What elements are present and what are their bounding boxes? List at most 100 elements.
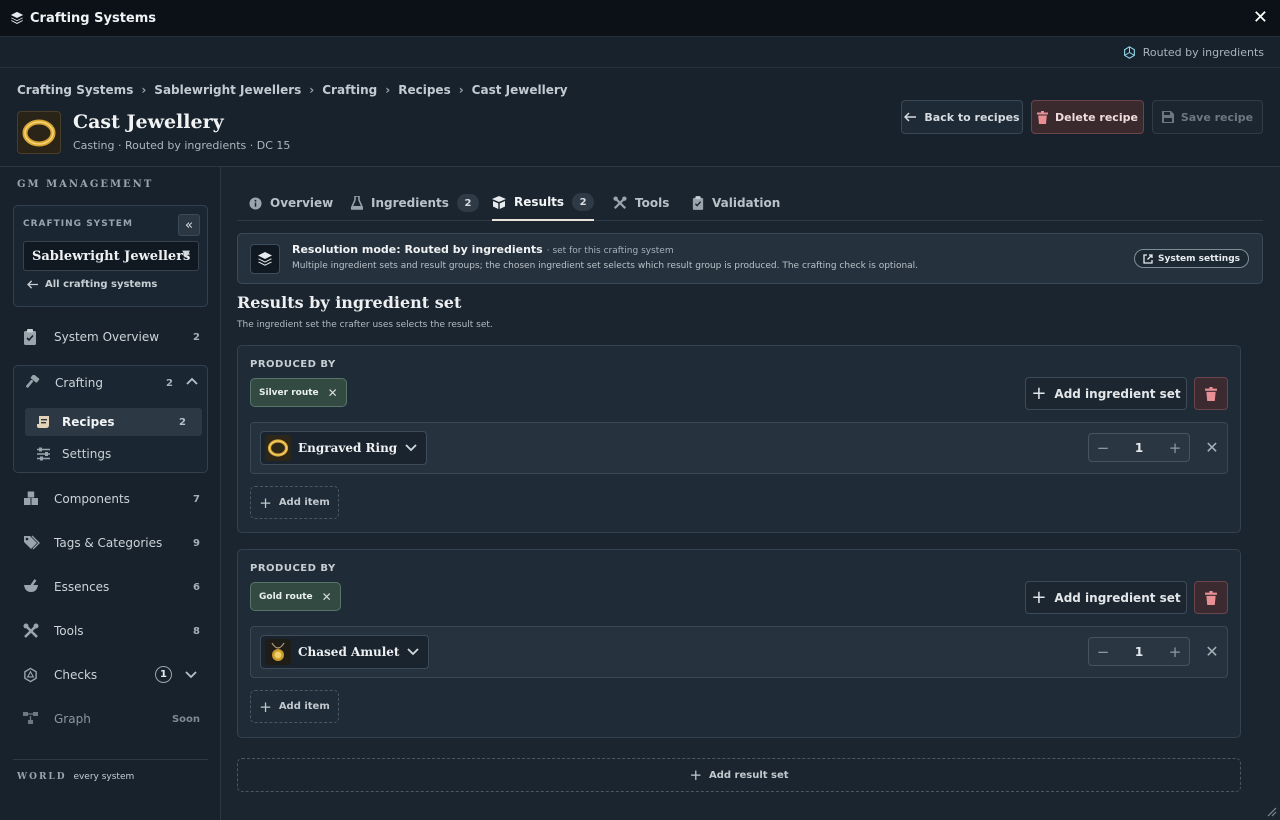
remove-item-icon[interactable]: ✕ xyxy=(1202,641,1222,661)
plus-icon: + xyxy=(689,766,703,784)
layers-icon xyxy=(10,11,24,25)
all-crafting-systems-link[interactable]: All crafting systems xyxy=(27,279,157,290)
delete-result-group-button[interactable] xyxy=(1194,377,1228,410)
trash-icon xyxy=(1205,386,1217,401)
selected-system-value: Sablewright Jewellers xyxy=(32,248,191,264)
increment-button[interactable]: + xyxy=(1161,643,1189,661)
plus-icon: + xyxy=(259,697,272,716)
quantity-value[interactable]: 1 xyxy=(1117,441,1161,455)
sidebar-item-recipes[interactable]: Recipes 2 xyxy=(25,408,202,436)
tab-count-badge: 2 xyxy=(572,193,595,211)
sidebar-divider xyxy=(13,759,208,760)
crafting-system-select[interactable]: Sablewright Jewellers ▼ xyxy=(23,241,199,271)
arrow-left-icon xyxy=(27,280,39,289)
resolution-mode-title-text: Resolution mode: Routed by ingredients xyxy=(292,243,543,256)
crafting-nav-group: Crafting 2 Recipes 2 Settings xyxy=(13,365,208,473)
trash-icon xyxy=(1205,590,1217,605)
sidebar-item-tools[interactable]: Tools 8 xyxy=(13,614,208,648)
crafting-system-panel: CRAFTING SYSTEM « Sablewright Jewellers … xyxy=(13,205,208,307)
tab-tools[interactable]: Tools xyxy=(613,185,669,221)
resolution-mode-note: · set for this crafting system xyxy=(546,246,674,256)
resolution-mode-banner: Resolution mode: Routed by ingredients · … xyxy=(237,233,1263,284)
sidebar-item-checks[interactable]: Checks 1 xyxy=(13,658,208,692)
sidebar-item-soon: Soon xyxy=(171,713,200,725)
add-ingredient-set-button[interactable]: + Add ingredient set xyxy=(1025,581,1187,614)
sidebar-item-components[interactable]: Components 7 xyxy=(13,482,208,516)
result-group-gold: PRODUCED BY Gold route ✕ + Add ingredien… xyxy=(237,549,1241,738)
sliders-icon xyxy=(36,447,51,461)
sidebar-item-tags-categories[interactable]: Tags & Categories 9 xyxy=(13,526,208,560)
result-item-select[interactable]: Engraved Ring xyxy=(260,431,428,465)
clipboard-icon xyxy=(23,329,37,345)
tags-icon xyxy=(23,535,40,550)
result-item-select[interactable]: Chased Amulet xyxy=(260,635,430,669)
collapse-sidebar-button[interactable]: « xyxy=(178,214,200,236)
breadcrumb-crafting[interactable]: Crafting xyxy=(322,83,377,97)
remove-item-icon[interactable]: ✕ xyxy=(1202,437,1222,457)
result-item-row: Chased Amulet − 1 + ✕ xyxy=(250,626,1228,678)
sidebar-subitem-label: Settings xyxy=(62,447,112,461)
sidebar-item-label: Crafting xyxy=(55,376,103,390)
decrement-button[interactable]: − xyxy=(1089,439,1117,457)
mortar-icon xyxy=(23,579,39,594)
sidebar-item-count: 2 xyxy=(193,331,200,343)
breadcrumb-recipes[interactable]: Recipes xyxy=(398,83,450,97)
external-link-icon xyxy=(1143,253,1153,264)
world-label: WORLD xyxy=(17,772,67,782)
tools-icon xyxy=(613,196,627,210)
sidebar: GM MANAGEMENT CRAFTING SYSTEM « Sablewri… xyxy=(0,167,221,820)
tab-validation[interactable]: Validation xyxy=(692,185,780,221)
chevron-down-icon[interactable] xyxy=(184,668,198,682)
gold-ring-icon xyxy=(17,111,61,154)
back-to-recipes-label: Back to recipes xyxy=(924,110,1020,124)
flask-icon xyxy=(351,196,363,210)
recipe-tabs: Overview Ingredients 2 Results 2 Tools V… xyxy=(237,185,1263,221)
amulet-icon xyxy=(265,639,291,665)
chevron-up-icon[interactable] xyxy=(185,374,199,388)
system-settings-button[interactable]: System settings xyxy=(1134,249,1249,268)
tab-ingredients[interactable]: Ingredients 2 xyxy=(351,185,479,221)
add-item-button[interactable]: + Add item xyxy=(250,486,339,519)
tools-icon xyxy=(23,623,39,639)
remove-chip-icon[interactable]: ✕ xyxy=(328,386,338,400)
breadcrumb-system[interactable]: Sablewright Jewellers xyxy=(154,83,301,97)
close-icon[interactable]: ✕ xyxy=(1253,9,1268,27)
add-ingredient-set-button[interactable]: + Add ingredient set xyxy=(1025,377,1187,410)
sidebar-item-count: 9 xyxy=(193,537,200,549)
remove-chip-icon[interactable]: ✕ xyxy=(322,590,332,604)
sidebar-item-essences[interactable]: Essences 6 xyxy=(13,570,208,604)
delete-recipe-label: Delete recipe xyxy=(1055,110,1138,124)
hammer-icon xyxy=(24,375,40,391)
tab-label: Tools xyxy=(635,196,670,210)
breadcrumb-crafting-systems[interactable]: Crafting Systems xyxy=(17,83,133,97)
chevron-right-icon: › xyxy=(385,83,391,97)
sidebar-subitem-label: Recipes xyxy=(62,415,115,429)
chevron-down-icon xyxy=(404,441,418,455)
quantity-value[interactable]: 1 xyxy=(1117,645,1161,659)
quantity-stepper: − 1 + xyxy=(1088,637,1190,666)
save-recipe-button[interactable]: Save recipe xyxy=(1152,100,1263,134)
section-title: Results by ingredient set xyxy=(237,293,462,312)
add-result-set-button[interactable]: + Add result set xyxy=(237,758,1241,792)
plus-icon: + xyxy=(1031,382,1047,404)
tab-results[interactable]: Results 2 xyxy=(492,185,595,221)
sidebar-item-system-overview[interactable]: System Overview 2 xyxy=(13,320,208,354)
chevron-right-icon: › xyxy=(458,83,464,97)
chip-label: Silver route xyxy=(259,387,319,398)
sidebar-item-label: Graph xyxy=(54,712,91,726)
resize-grip-icon[interactable] xyxy=(1267,807,1277,817)
graph-icon xyxy=(23,711,39,725)
add-item-button[interactable]: + Add item xyxy=(250,690,339,723)
sidebar-item-count: 6 xyxy=(193,581,200,593)
tab-overview[interactable]: Overview xyxy=(249,185,333,221)
delete-recipe-button[interactable]: Delete recipe xyxy=(1031,100,1144,134)
back-to-recipes-button[interactable]: Back to recipes xyxy=(901,100,1023,134)
box-open-icon xyxy=(492,195,506,209)
dice-icon xyxy=(23,667,38,683)
sidebar-item-settings[interactable]: Settings xyxy=(25,440,202,468)
increment-button[interactable]: + xyxy=(1161,439,1189,457)
delete-result-group-button[interactable] xyxy=(1194,581,1228,614)
sidebar-item-label: Checks xyxy=(54,668,98,682)
decrement-button[interactable]: − xyxy=(1089,643,1117,661)
sidebar-item-crafting[interactable]: Crafting 2 xyxy=(14,366,209,400)
